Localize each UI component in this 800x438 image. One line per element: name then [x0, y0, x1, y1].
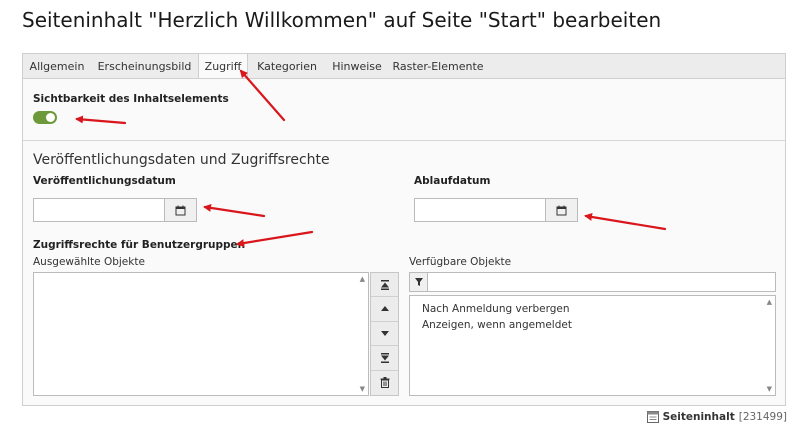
scroll-down-icon[interactable]: ▼ [767, 385, 772, 393]
publish-date-calendar-button[interactable] [164, 198, 197, 222]
tab-erscheinungsbild[interactable]: Erscheinungsbild [91, 54, 198, 79]
record-icon [646, 411, 659, 423]
visibility-toggle[interactable] [33, 111, 57, 124]
item-order-controls [370, 272, 399, 396]
move-up-icon [380, 306, 389, 312]
remove-button[interactable] [371, 371, 398, 395]
selected-objects-label: Ausgewählte Objekte [33, 256, 145, 268]
tab-allgemein[interactable]: Allgemein [23, 54, 91, 79]
list-item[interactable]: Nach Anmeldung verbergen [410, 301, 775, 317]
visibility-label: Sichtbarkeit des Inhaltselements [33, 93, 229, 105]
filter-input[interactable] [427, 272, 776, 292]
move-down-icon [380, 331, 389, 337]
expiry-date-label: Ablaufdatum [414, 175, 491, 187]
trash-icon [380, 377, 389, 389]
move-top-icon [380, 279, 389, 290]
scroll-up-icon[interactable]: ▲ [767, 298, 772, 306]
tab-hinweise[interactable]: Hinweise [326, 54, 388, 79]
move-bottom-icon [380, 352, 389, 363]
list-item[interactable]: Anzeigen, wenn angemeldet [410, 317, 775, 333]
move-up-button[interactable] [371, 297, 398, 322]
calendar-icon [556, 205, 567, 215]
publish-date-input[interactable] [33, 198, 165, 222]
move-top-button[interactable] [371, 273, 398, 298]
expiry-date-calendar-button[interactable] [545, 198, 578, 222]
record-type: Seiteninhalt [662, 411, 735, 423]
move-bottom-button[interactable] [371, 346, 398, 371]
available-objects-label: Verfügbare Objekte [409, 256, 512, 268]
usergroups-label: Zugriffsrechte für Benutzergruppen [33, 239, 246, 251]
tab-zugriff[interactable]: Zugriff [198, 54, 248, 80]
page-title: Seiteninhalt "Herzlich Willkommen" auf S… [22, 8, 662, 32]
publish-date-label: Veröffentlichungsdatum [33, 175, 176, 187]
record-uid: [231499] [738, 411, 787, 423]
record-info: Seiteninhalt [231499] [646, 411, 787, 423]
access-section-heading: Veröffentlichungsdaten und Zugriffsrecht… [33, 152, 330, 168]
move-down-button[interactable] [371, 322, 398, 347]
section-divider [23, 140, 785, 141]
scroll-up-icon[interactable]: ▲ [360, 275, 365, 283]
tab-bar: Allgemein Erscheinungsbild Zugriff Kateg… [22, 53, 786, 80]
tab-panel: Sichtbarkeit des Inhaltselements Veröffe… [22, 78, 786, 406]
calendar-icon [175, 205, 186, 215]
tab-raster-elemente[interactable]: Raster-Elemente [388, 54, 488, 79]
filter-button[interactable] [409, 272, 428, 292]
toggle-knob [46, 113, 55, 122]
expiry-date-input[interactable] [414, 198, 546, 222]
filter-icon [414, 278, 423, 286]
available-objects-list[interactable]: Nach Anmeldung verbergen Anzeigen, wenn … [409, 295, 776, 396]
selected-objects-list[interactable]: ▲ ▼ [33, 272, 369, 396]
scroll-down-icon[interactable]: ▼ [360, 385, 365, 393]
tab-kategorien[interactable]: Kategorien [248, 54, 326, 79]
